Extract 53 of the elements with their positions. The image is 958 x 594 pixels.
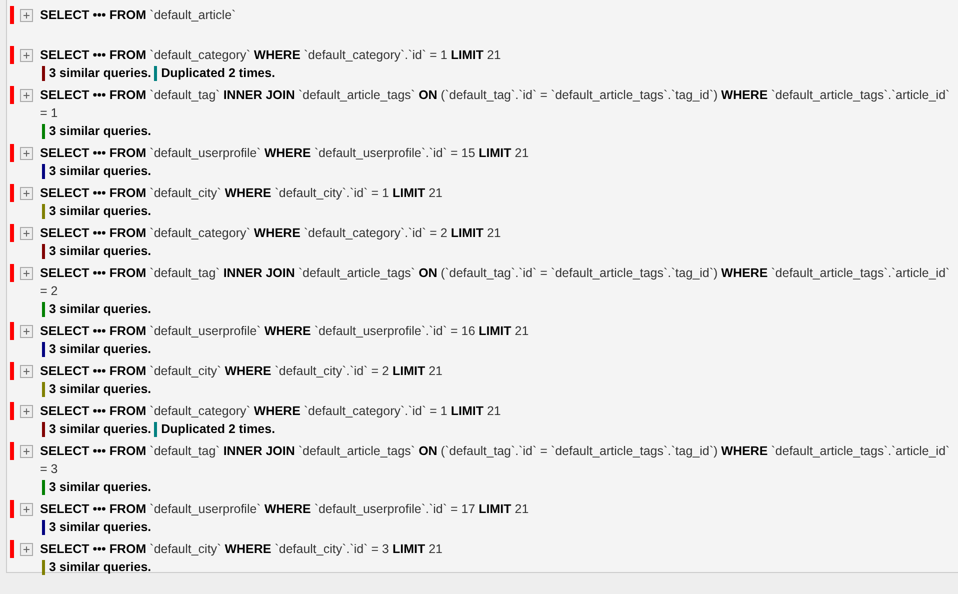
expand-icon[interactable] [20, 325, 33, 338]
sql-query: SELECT ••• FROM `default_category` WHERE `default_category`.`id` = 2 LIMIT 21 [40, 225, 502, 242]
note-text: 3 similar queries. [49, 243, 152, 260]
expand-icon[interactable] [20, 49, 33, 62]
note-text: Duplicated 2 times. [161, 421, 276, 438]
note-text: 3 similar queries. [49, 203, 152, 220]
expand-icon[interactable] [20, 9, 33, 22]
time-bar [10, 500, 14, 518]
expand-icon[interactable] [20, 365, 33, 378]
sql-query: SELECT ••• FROM `default_tag` INNER JOIN `default_article_tags` ON (`default_tag`.`id` = `default_article_tags`.`tag_id`) WHERE `default_article_tags`.`article_id` = 3 [40, 443, 951, 478]
expand-icon[interactable] [20, 187, 33, 200]
expand-icon[interactable] [20, 543, 33, 556]
time-bar [10, 184, 14, 202]
time-bar [10, 402, 14, 420]
sql-query: SELECT ••• FROM `default_category` WHERE `default_category`.`id` = 1 LIMIT 21 [40, 47, 502, 64]
note-text: 3 similar queries. [49, 479, 152, 496]
expand-icon[interactable] [20, 89, 33, 102]
time-bar [10, 540, 14, 558]
note-text: 3 similar queries. [49, 123, 152, 140]
time-bar [10, 46, 14, 64]
time-bar [10, 322, 14, 340]
note-text: 3 similar queries. [49, 65, 152, 82]
time-bar [10, 144, 14, 162]
expand-icon[interactable] [20, 227, 33, 240]
note-text: 3 similar queries. [49, 519, 152, 536]
time-bar [10, 264, 14, 282]
sql-query: SELECT ••• FROM `default_article` [40, 7, 237, 24]
sql-query: SELECT ••• FROM `default_city` WHERE `default_city`.`id` = 3 LIMIT 21 [40, 541, 444, 558]
note-text: 3 similar queries. [49, 301, 152, 318]
sql-query: SELECT ••• FROM `default_category` WHERE `default_category`.`id` = 1 LIMIT 21 [40, 403, 502, 420]
expand-icon[interactable] [20, 445, 33, 458]
time-bar [10, 362, 14, 380]
note-text: 3 similar queries. [49, 341, 152, 358]
note-text: 3 similar queries. [49, 163, 152, 180]
time-bar [10, 86, 14, 104]
sql-query: SELECT ••• FROM `default_userprofile` WHERE `default_userprofile`.`id` = 15 LIMIT 21 [40, 145, 530, 162]
note-text: Duplicated 2 times. [161, 65, 276, 82]
sql-query: SELECT ••• FROM `default_city` WHERE `default_city`.`id` = 1 LIMIT 21 [40, 185, 444, 202]
note-text: 3 similar queries. [49, 421, 152, 438]
note-text: 3 similar queries. [49, 559, 152, 576]
expand-icon[interactable] [20, 405, 33, 418]
time-bar [10, 6, 14, 24]
sql-query: SELECT ••• FROM `default_userprofile` WHERE `default_userprofile`.`id` = 17 LIMIT 21 [40, 501, 530, 518]
sql-query: SELECT ••• FROM `default_city` WHERE `default_city`.`id` = 2 LIMIT 21 [40, 363, 444, 380]
note-text: 3 similar queries. [49, 381, 152, 398]
time-bar [10, 224, 14, 242]
sql-query: SELECT ••• FROM `default_userprofile` WHERE `default_userprofile`.`id` = 16 LIMIT 21 [40, 323, 530, 340]
expand-icon[interactable] [20, 267, 33, 280]
expand-icon[interactable] [20, 503, 33, 516]
expand-icon[interactable] [20, 147, 33, 160]
sql-query: SELECT ••• FROM `default_tag` INNER JOIN `default_article_tags` ON (`default_tag`.`id` = `default_article_tags`.`tag_id`) WHERE `default_article_tags`.`article_id` = 1 [40, 87, 951, 122]
time-bar [10, 442, 14, 460]
sql-query: SELECT ••• FROM `default_tag` INNER JOIN `default_article_tags` ON (`default_tag`.`id` = `default_article_tags`.`tag_id`) WHERE `default_article_tags`.`article_id` = 2 [40, 265, 951, 300]
